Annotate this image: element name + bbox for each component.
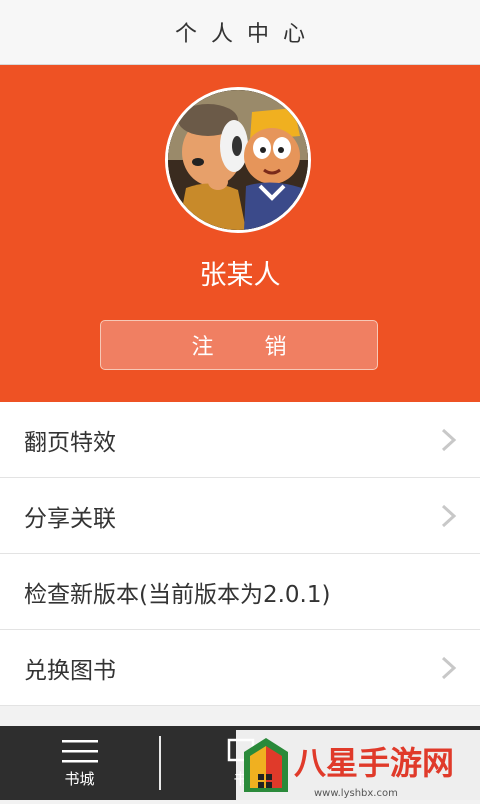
avatar-illustration (168, 90, 308, 230)
menu-item-label: 兑换图书 (24, 657, 116, 684)
username: 张某人 (199, 260, 281, 291)
chevron-right-icon (441, 504, 457, 528)
profile-panel: 张某人 注 销 (0, 65, 480, 402)
page-title: 个人中心 (174, 22, 319, 47)
menu-lines-icon (61, 739, 98, 762)
logout-button[interactable]: 注 销 (100, 320, 378, 370)
avatar[interactable] (165, 87, 311, 233)
top-bar: 个人中心 (0, 0, 480, 65)
chevron-right-icon (441, 656, 457, 680)
menu-item-label: 检查新版本(当前版本为2.0.1) (24, 581, 331, 608)
menu-item-share-link[interactable]: 分享关联 (0, 478, 480, 554)
menu-item-check-update[interactable]: 检查新版本(当前版本为2.0.1) (0, 554, 480, 630)
settings-menu: 翻页特效 分享关联 检查新版本(当前版本为2.0.1) 兑换图书 (0, 402, 480, 706)
tab-label: 书城 (64, 769, 95, 788)
menu-item-page-turn-effect[interactable]: 翻页特效 (0, 402, 480, 478)
watermark-url: www.lyshbx.com (314, 788, 398, 799)
tab-bookstore[interactable]: 书城 (0, 726, 159, 800)
menu-item-label: 分享关联 (24, 505, 116, 532)
watermark-title: 八星手游网 (294, 744, 454, 782)
menu-item-label: 翻页特效 (24, 429, 116, 456)
menu-item-redeem-book[interactable]: 兑换图书 (0, 630, 480, 706)
watermark-logo: 八星手游网 www.lyshbx.com (236, 730, 480, 800)
chevron-right-icon (441, 428, 457, 452)
